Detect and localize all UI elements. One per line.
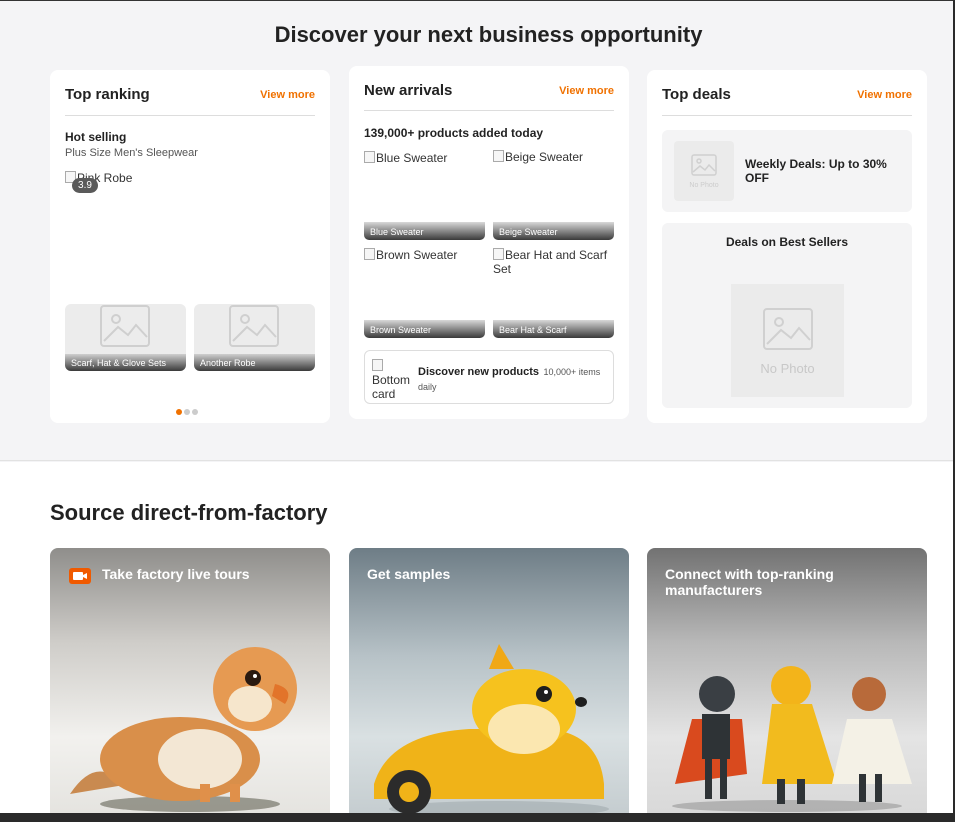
item-caption: Blue Sweater: [364, 222, 485, 240]
section-title: Discover your next business opportunity: [274, 22, 703, 47]
product-image: Bear Hat and Scarf Set: [493, 248, 613, 276]
page-bottom-bar: [0, 813, 955, 822]
thumb-card[interactable]: Scarf, Hat & Glove Sets: [65, 304, 186, 371]
factory-tour-card[interactable]: Take factory live tours: [50, 548, 330, 818]
samples-card[interactable]: Get samples: [349, 548, 629, 818]
item-caption: Bear Hat & Scarf: [493, 320, 614, 338]
arrival-item[interactable]: Blue Sweater Blue Sweater: [364, 150, 485, 240]
bottom-card-title: Discover new products: [418, 366, 540, 378]
pager-dot-active[interactable]: [176, 409, 182, 415]
no-photo-image: No Photo: [674, 141, 734, 201]
arrival-item[interactable]: Bear Hat and Scarf Set Bear Hat & Scarf: [493, 248, 614, 338]
best-sellers-box[interactable]: Deals on Best Sellers No Photo: [662, 223, 912, 408]
image-placeholder-icon: [229, 305, 279, 347]
figures-illustration: [672, 666, 912, 812]
toy-car-mascot-illustration: [374, 644, 609, 814]
card-title: Top ranking: [65, 86, 150, 103]
card-header: Top ranking View more: [65, 70, 315, 116]
pager-dot[interactable]: [192, 409, 198, 415]
product-image: Beige Sweater: [493, 150, 583, 164]
bird-mascot-illustration: [70, 647, 297, 812]
view-more-link[interactable]: View more: [857, 89, 912, 101]
card-label: Take factory live tours: [102, 566, 250, 582]
no-photo-image: No Photo: [731, 284, 844, 397]
hot-selling-label: Hot selling: [65, 130, 127, 144]
discover-new-products-card[interactable]: Bottom card Discover new products 10,000…: [364, 350, 614, 404]
image-placeholder-icon: [763, 308, 813, 350]
thumb-caption: Another Robe: [194, 354, 315, 371]
item-caption: Brown Sweater: [364, 320, 485, 338]
pager-dot[interactable]: [184, 409, 190, 415]
section-title: Source direct-from-factory: [50, 500, 328, 525]
view-more-link[interactable]: View more: [559, 85, 614, 97]
card-header: Top deals View more: [662, 70, 912, 116]
video-camera-icon: [69, 568, 91, 584]
arrival-item[interactable]: Beige Sweater Beige Sweater: [493, 150, 614, 240]
thumb-caption: Scarf, Hat & Glove Sets: [65, 354, 186, 371]
card-label: Get samples: [367, 566, 451, 582]
view-more-link[interactable]: View more: [260, 89, 315, 101]
weekly-deals-box[interactable]: No Photo Weekly Deals: Up to 30% OFF: [662, 130, 912, 212]
card-title: New arrivals: [364, 82, 453, 99]
arrival-item[interactable]: Brown Sweater Brown Sweater: [364, 248, 485, 338]
manufacturers-card[interactable]: Connect with top-ranking manufacturers: [647, 548, 927, 818]
factory-section: Source direct-from-factory Take factory …: [0, 462, 955, 822]
best-sellers-title: Deals on Best Sellers: [725, 235, 849, 249]
thumb-card[interactable]: Another Robe: [194, 304, 315, 371]
category-label[interactable]: Plus Size Men's Sleepwear: [65, 147, 198, 159]
image-placeholder-icon: [100, 305, 150, 347]
products-count-label: 139,000+ products added today: [364, 126, 544, 140]
card-header: New arrivals View more: [364, 66, 614, 111]
product-image: Brown Sweater: [364, 248, 457, 262]
item-caption: Beige Sweater: [493, 222, 614, 240]
carousel-pager: [176, 402, 200, 420]
card-label: Connect with top-ranking manufacturers: [665, 566, 834, 598]
product-image: Blue Sweater: [364, 151, 447, 165]
no-photo-text: No Photo: [689, 182, 719, 189]
rating-badge: 3.9: [72, 178, 98, 193]
bottom-card-image: Bottom card: [372, 359, 414, 401]
weekly-deals-text: Weekly Deals: Up to 30% OFF: [745, 157, 887, 185]
no-photo-text: No Photo: [760, 361, 815, 376]
image-placeholder-icon: [691, 154, 717, 176]
card-title: Top deals: [662, 86, 731, 103]
